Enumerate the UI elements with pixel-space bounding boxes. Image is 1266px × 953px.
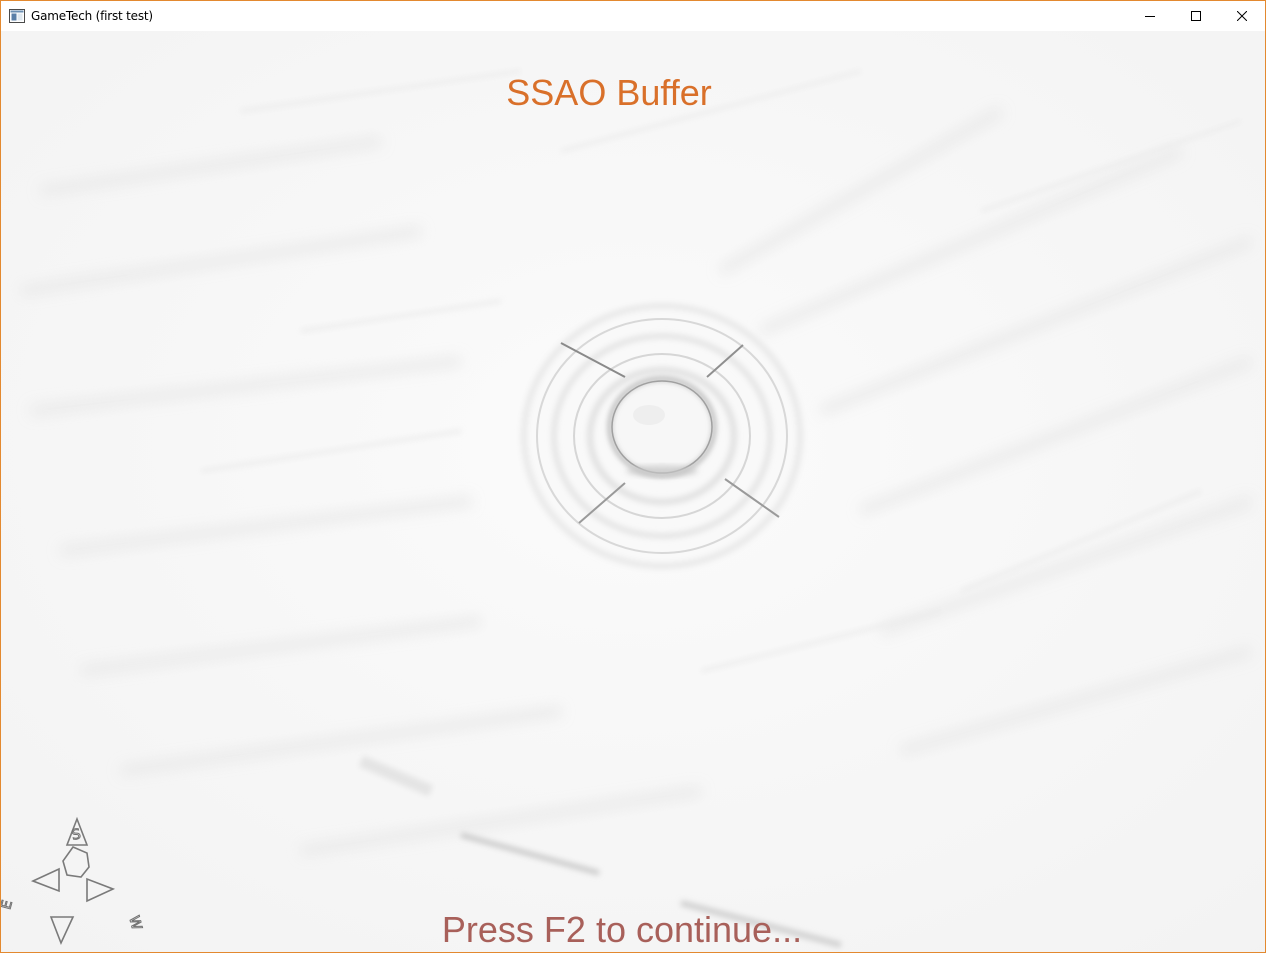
central-structure — [521, 303, 803, 569]
compass-west-label: W — [125, 914, 144, 932]
continue-prompt: Press F2 to continue... — [441, 909, 803, 950]
maximize-icon — [1191, 11, 1201, 21]
close-icon — [1237, 11, 1247, 21]
render-viewport[interactable]: SSAO Buffer Press F2 to continue... S E … — [1, 31, 1265, 952]
app-window: GameTech (first test) SSAO Buffer Press … — [0, 0, 1266, 953]
compass-widget: S E W N — [1, 816, 145, 946]
app-icon — [9, 9, 25, 23]
buffer-title: SSAO Buffer — [506, 72, 712, 113]
close-button[interactable] — [1219, 1, 1265, 31]
maximize-button[interactable] — [1173, 1, 1219, 31]
title-bar[interactable]: GameTech (first test) — [1, 1, 1265, 31]
compass-east-arrow — [30, 867, 60, 893]
compass-west-arrow — [86, 877, 116, 903]
minimize-button[interactable] — [1127, 1, 1173, 31]
minimize-icon — [1145, 16, 1155, 17]
window-title: GameTech (first test) — [31, 9, 153, 23]
window-controls — [1127, 1, 1265, 31]
compass-north-arrow — [49, 916, 75, 946]
compass-east-label: E — [1, 899, 16, 912]
ssao-scene — [1, 31, 1265, 952]
compass-center-mark — [62, 846, 90, 878]
